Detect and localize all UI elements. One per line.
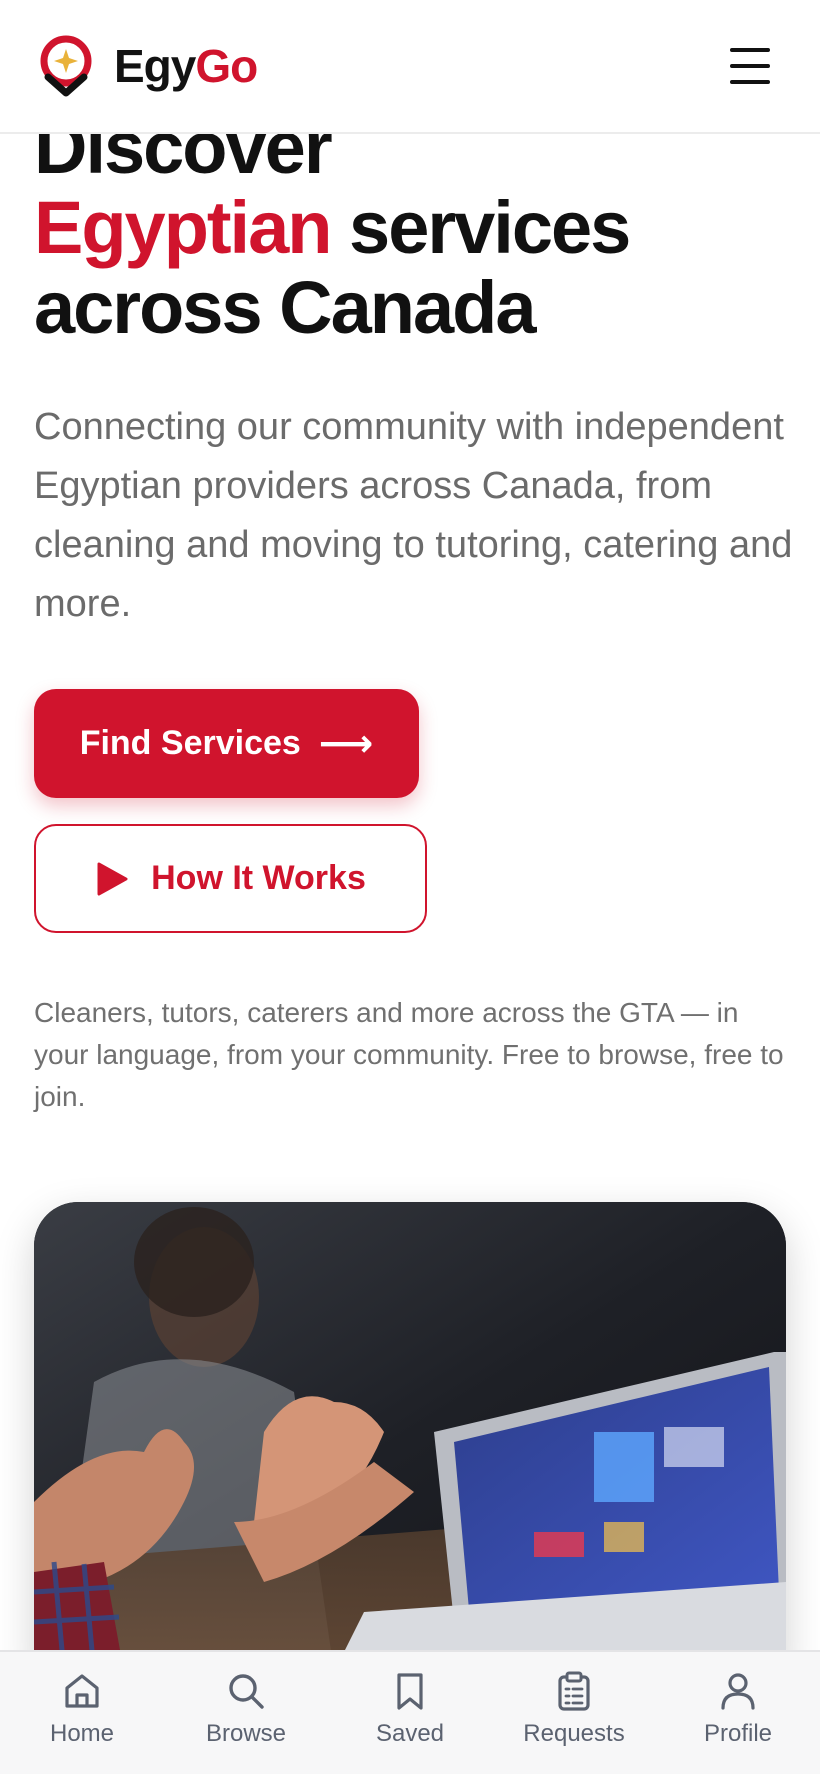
- nav-label-home: Home: [49, 1720, 115, 1747]
- nav-label-requests: Requests: [523, 1720, 625, 1747]
- hamburger-menu-icon[interactable]: [730, 48, 770, 84]
- bottom-nav: Home Browse Saved Requests Profile: [0, 1650, 820, 1774]
- hero-photo: [34, 1202, 786, 1672]
- nav-item-saved[interactable]: Saved: [335, 1670, 485, 1748]
- play-icon: [97, 862, 128, 895]
- nav-label-saved: Saved: [375, 1720, 445, 1747]
- how-it-works-button[interactable]: How It Works: [34, 824, 427, 933]
- hero-title-line3: across Canada: [34, 266, 536, 349]
- hero-description: Connecting our community with independen…: [34, 406, 793, 625]
- brand-logo[interactable]: EgyGo: [36, 35, 258, 97]
- home-icon: [65, 1674, 99, 1708]
- nav-label-profile: Profile: [703, 1720, 773, 1747]
- brand-name-egy: Egy: [114, 40, 196, 92]
- map-pin-star-icon: [40, 35, 92, 97]
- hero-subtext: Cleaners, tutors, caterers and more acro…: [34, 997, 784, 1112]
- find-services-button[interactable]: Find Services ⟶: [34, 689, 419, 798]
- nav-item-home[interactable]: Home: [7, 1670, 157, 1748]
- nav-label-browse: Browse: [205, 1720, 287, 1747]
- arrow-right-icon: ⟶: [318, 722, 374, 765]
- hero-title-rest: services: [330, 186, 631, 269]
- clipboard-icon: [558, 1671, 590, 1711]
- brand-name: EgyGo: [114, 39, 258, 93]
- hero-title: Discover Egyptian services across Canada: [34, 108, 794, 348]
- brand-name-go: Go: [195, 40, 258, 92]
- nav-item-profile[interactable]: Profile: [663, 1670, 813, 1748]
- find-services-label: Find Services: [79, 724, 301, 762]
- hero-title-accent: Egyptian: [34, 186, 332, 269]
- how-it-works-label: How It Works: [151, 859, 366, 897]
- nav-item-browse[interactable]: Browse: [171, 1670, 321, 1748]
- page: EgyGo Discover Egyptian services across …: [0, 0, 820, 1774]
- nav-item-requests[interactable]: Requests: [499, 1670, 649, 1748]
- top-header: EgyGo: [0, 0, 820, 134]
- bookmark-icon: [397, 1673, 423, 1710]
- search-icon: [229, 1674, 264, 1709]
- hero-image-card: [34, 1202, 786, 1672]
- user-icon: [721, 1673, 755, 1710]
- hero-section: Discover Egyptian services across Canada: [34, 108, 794, 348]
